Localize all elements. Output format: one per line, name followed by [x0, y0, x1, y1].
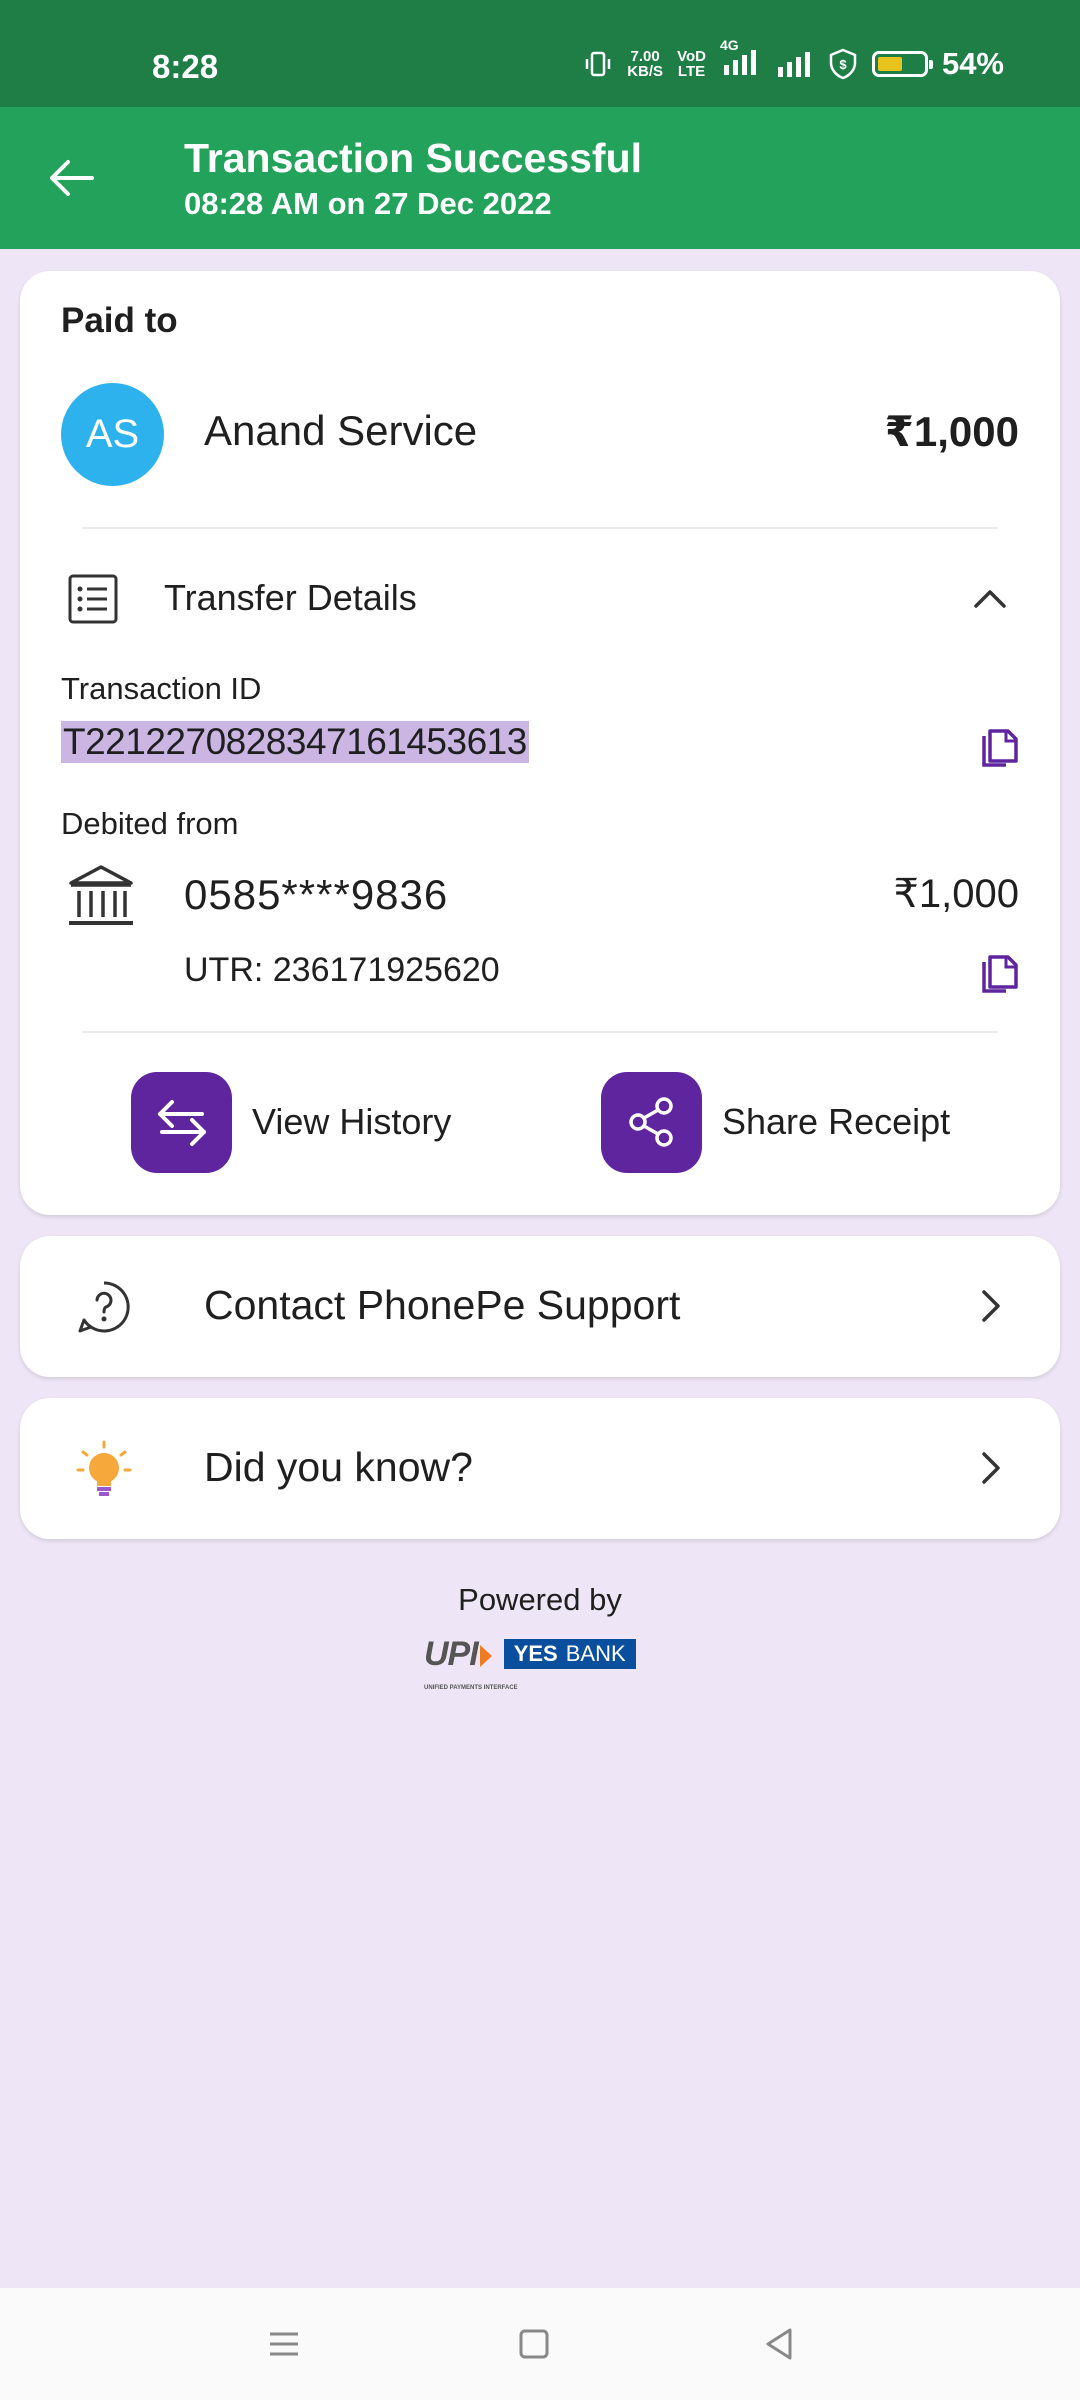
back-triangle-icon[interactable]	[754, 2318, 806, 2370]
back-arrow-icon[interactable]	[44, 151, 98, 205]
signal-icon	[777, 52, 810, 77]
divider	[82, 527, 998, 529]
debited-from-label: Debited from	[61, 806, 239, 841]
paid-to-label: Paid to	[61, 301, 178, 340]
lightbulb-icon	[76, 1440, 132, 1496]
debited-amount: ₹1,000	[893, 872, 1019, 916]
account-number: 0585****9836	[184, 871, 449, 918]
share-receipt-button[interactable]: Share Receipt	[601, 1071, 951, 1173]
payee-name: Anand Service	[204, 407, 478, 454]
upi-logo: UPI UNIFIED PAYMENTS INTERFACE	[424, 1635, 518, 1691]
vibrate-icon	[585, 51, 611, 77]
chevron-up-icon[interactable]	[970, 579, 1010, 619]
copy-icon[interactable]	[978, 723, 1022, 767]
home-square-icon[interactable]	[508, 2318, 560, 2370]
app-header: Transaction Successful 08:28 AM on 27 De…	[0, 107, 1080, 249]
transaction-timestamp: 08:28 AM on 27 Dec 2022	[184, 186, 552, 221]
net-speed: 7.00 KB/S	[627, 48, 664, 80]
system-nav-bar	[0, 2288, 1080, 2400]
view-history-button[interactable]: View History	[131, 1071, 452, 1173]
share-icon	[601, 1071, 702, 1173]
did-you-know-row[interactable]: Did you know?	[20, 1398, 1060, 1539]
shield-dollar-icon: $	[829, 48, 857, 80]
did-you-know-label: Did you know?	[204, 1444, 473, 1490]
yes-bank-logo: YES BANK	[503, 1639, 636, 1669]
partner-logos: UPI UNIFIED PAYMENTS INTERFACE YES BANK	[424, 1632, 636, 1691]
contact-support-label: Contact PhonePe Support	[204, 1282, 681, 1328]
contact-support-row[interactable]: Contact PhonePe Support	[20, 1236, 1060, 1377]
status-time: 8:28	[152, 48, 219, 85]
volte-indicator: VoD LTE	[677, 48, 706, 80]
signal-4g-icon: 4G	[720, 37, 760, 82]
payee-amount: ₹1,000	[884, 408, 1019, 455]
battery-icon	[871, 51, 933, 77]
view-history-label: View History	[252, 1101, 452, 1142]
status-bar: 8:28 7.00 KB/S VoD LTE 4G $ 54%	[0, 0, 1080, 107]
chevron-right-icon	[982, 1452, 1000, 1484]
avatar: AS	[61, 383, 164, 486]
transfer-details-label: Transfer Details	[164, 577, 417, 618]
page-title: Transaction Successful	[184, 135, 643, 181]
svg-text:$: $	[839, 57, 847, 72]
share-receipt-label: Share Receipt	[722, 1101, 951, 1142]
transaction-id-label: Transaction ID	[61, 671, 262, 706]
copy-utr-icon[interactable]	[978, 949, 1022, 993]
divider	[82, 1031, 998, 1033]
receipt-list-icon	[68, 574, 118, 624]
status-icons: 7.00 KB/S VoD LTE 4G $ 54%	[583, 37, 1004, 82]
swap-arrows-icon	[131, 1071, 232, 1173]
help-circle-icon	[78, 1281, 130, 1333]
bank-icon	[69, 865, 133, 925]
transaction-card: Paid to AS Anand Service ₹1,000 Transfer…	[20, 271, 1060, 1215]
utr-number: UTR: 236171925620	[184, 951, 500, 989]
powered-by-label: Powered by	[458, 1582, 622, 1617]
battery-percent: 54%	[941, 46, 1004, 81]
chevron-right-icon	[982, 1290, 1000, 1322]
menu-icon[interactable]	[258, 2318, 310, 2370]
transaction-id-value[interactable]: T2212270828347161453613	[61, 721, 529, 763]
